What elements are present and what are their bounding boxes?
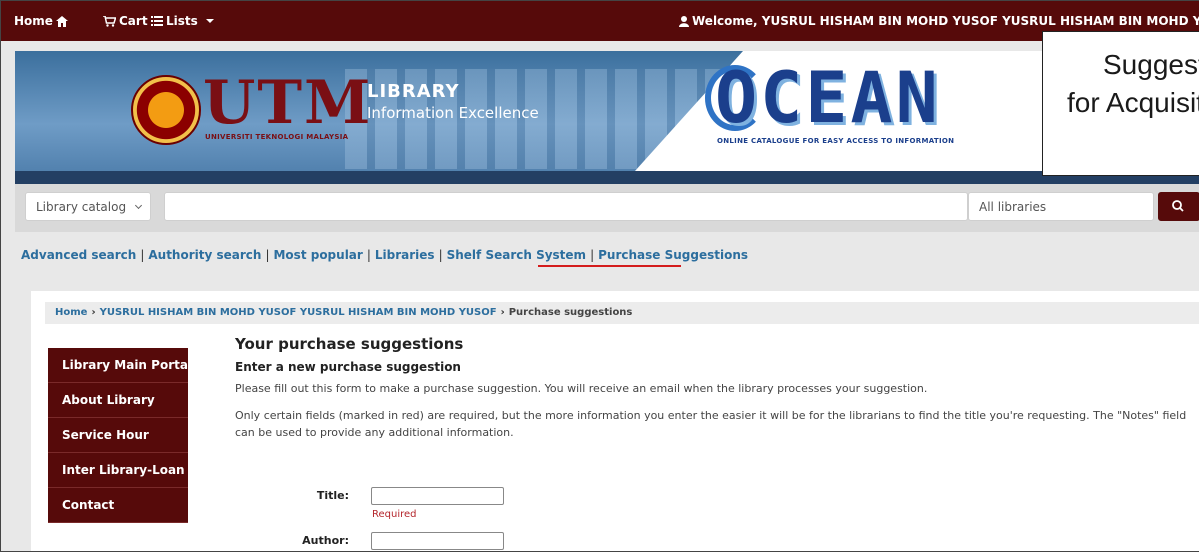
home-icon (55, 15, 68, 27)
breadcrumb-user[interactable]: YUSRUL HISHAM BIN MOHD YUSOF YUSRUL HISH… (100, 307, 497, 318)
lists-menu[interactable]: Lists (151, 14, 214, 28)
breadcrumb-arrow: › (91, 307, 96, 318)
authority-search-link[interactable]: Authority search (148, 248, 261, 262)
author-input[interactable] (371, 532, 504, 550)
home-label: Home (14, 14, 53, 28)
intro-text: Please fill out this form to make a purc… (235, 382, 928, 395)
catalog-select-value: Library catalog (36, 200, 127, 214)
purchase-suggestions-link[interactable]: Purchase Suggestions (598, 248, 748, 262)
lists-label: Lists (166, 14, 198, 28)
title-label: Title: (316, 489, 349, 502)
breadcrumb: Home › YUSRUL HISHAM BIN MOHD YUSOF YUSRUL… (45, 302, 1199, 324)
utm-subtitle: UNIVERSITI TEKNOLOGI MALAYSIA (205, 133, 349, 141)
separator: | (438, 248, 443, 262)
library-banner: UTM UNIVERSITI TEKNOLOGI MALAYSIA LIBRAR… (15, 51, 1199, 184)
catalog-select[interactable]: Library catalog (25, 192, 151, 221)
list-icon (151, 16, 163, 26)
instructions-text: Only certain fields (marked in red) are … (235, 409, 1187, 439)
sidebar-item-about[interactable]: About Library (48, 383, 188, 418)
chevron-down-icon (205, 19, 214, 23)
shelf-search-link[interactable]: Shelf Search System (447, 248, 586, 262)
suggestion-content: Your purchase suggestions Enter a new pu… (235, 335, 1195, 441)
separator: | (265, 248, 270, 262)
library-title: LIBRARY (367, 81, 460, 102)
title-input[interactable] (371, 487, 504, 505)
ocean-logo: OCEAN (715, 57, 941, 139)
library-select[interactable]: All libraries (968, 192, 1154, 221)
breadcrumb-home[interactable]: Home (55, 307, 87, 318)
banner-stripe (15, 171, 1199, 184)
form-heading: Enter a new purchase suggestion (235, 360, 461, 374)
sidebar-item-service-hour[interactable]: Service Hour (48, 418, 188, 453)
advanced-search-link[interactable]: Advanced search (21, 248, 136, 262)
cart-icon (103, 15, 116, 27)
user-menu[interactable]: Welcome, YUSRUL HISHAM BIN MOHD YUSOF YU… (679, 14, 1199, 28)
search-bar: Library catalog All libraries (15, 184, 1199, 232)
search-input[interactable] (164, 192, 968, 221)
side-menu: Library Main Portal About Library Servic… (48, 348, 192, 523)
search-button[interactable] (1158, 192, 1199, 221)
search-icon (1172, 200, 1184, 212)
browser-page: Home Cart Lists Welcome, YUSRUL HISHAM B… (0, 0, 1199, 552)
separator: | (366, 248, 371, 262)
library-tagline: Information Excellence (367, 104, 539, 122)
home-link[interactable]: Home (14, 14, 68, 28)
utm-seal-logo (131, 75, 201, 145)
sidebar-item-contact[interactable]: Contact (48, 488, 188, 523)
most-popular-link[interactable]: Most popular (273, 248, 362, 262)
libraries-link[interactable]: Libraries (375, 248, 435, 262)
page-title: Your purchase suggestions (235, 335, 464, 353)
main-container: Home › YUSRUL HISHAM BIN MOHD YUSOF YUSRUL… (31, 291, 1199, 551)
author-label: Author: (302, 534, 349, 547)
sidebar-item-main-portal[interactable]: Library Main Portal (48, 348, 192, 383)
annotation-callout: Suggestion for Acquisition (1042, 31, 1199, 176)
breadcrumb-arrow: › (500, 307, 505, 318)
separator: | (590, 248, 595, 262)
chevron-down-icon (135, 201, 143, 210)
user-icon (679, 15, 689, 27)
utm-logo: UTM (203, 68, 373, 138)
highlight-underline (538, 265, 681, 267)
library-select-value: All libraries (979, 200, 1047, 214)
welcome-text: Welcome, YUSRUL HISHAM BIN MOHD YUSOF YU… (692, 14, 1199, 28)
required-hint: Required (372, 509, 417, 520)
ocean-subtitle: ONLINE CATALOGUE FOR EASY ACCESS TO INFO… (717, 137, 955, 145)
cart-label: Cart (119, 14, 148, 28)
sidebar-item-inter-library-loan[interactable]: Inter Library-Loan (48, 453, 188, 488)
callout-line-2: for Acquisition (1067, 87, 1199, 118)
cart-link[interactable]: Cart (103, 14, 148, 28)
breadcrumb-current: Purchase suggestions (508, 307, 633, 318)
nav-links: Advanced search | Authority search | Most po… (21, 248, 748, 262)
top-navbar: Home Cart Lists Welcome, YUSRUL HISHAM B… (1, 1, 1199, 41)
callout-line-1: Suggestion (1103, 49, 1199, 80)
separator: | (140, 248, 145, 262)
